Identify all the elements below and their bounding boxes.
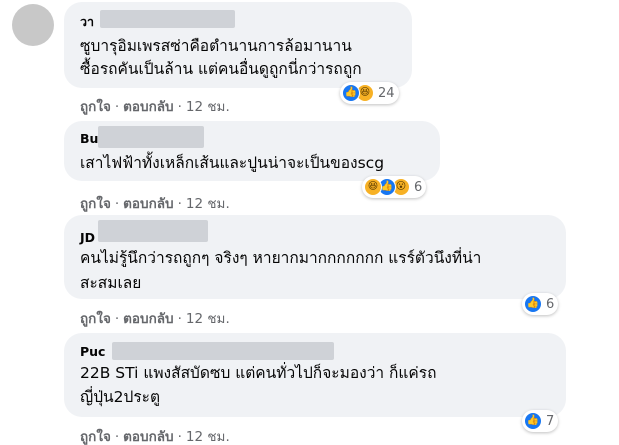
comment-text-line: 22B STi แพงสัสบัดซบ แต่คนทั่วไปก็จะมองว่…: [80, 364, 437, 382]
like-icon: 👍: [524, 295, 542, 313]
author-name-redaction: [98, 220, 208, 242]
comment-actions: ถูกใจ · ตอบกลับ · 12 ชม.: [80, 307, 230, 329]
comment-timestamp[interactable]: 12 ชม.: [186, 429, 230, 445]
comment-actions: ถูกใจ · ตอบกลับ · 12 ชม.: [80, 95, 230, 117]
comment-text-line: เสาไฟฟ้าทั้งเหล็กเส้นและปูนน่าจะเป็นของs…: [80, 154, 385, 172]
comment-timestamp[interactable]: 12 ชม.: [186, 311, 230, 327]
author-name-redaction: [100, 10, 235, 28]
like-icon: 👍: [342, 84, 360, 102]
reaction-summary[interactable]: 👍 6: [522, 293, 559, 315]
like-button[interactable]: ถูกใจ: [80, 99, 111, 115]
reaction-count: 7: [546, 413, 555, 429]
reaction-summary[interactable]: 👍 7: [522, 410, 559, 432]
comment-author[interactable]: Puc: [80, 344, 105, 359]
comment-text-line: คนไม่รู้นึกว่ารถถูกๆ จริงๆ หายากมากกกกกก…: [80, 249, 482, 267]
separator-dot: ·: [114, 99, 120, 115]
like-icon: 👍: [524, 412, 542, 430]
separator-dot: ·: [177, 311, 182, 327]
reaction-count: 24: [378, 85, 395, 101]
separator-dot: ·: [114, 311, 120, 327]
comment-timestamp[interactable]: 12 ชม.: [186, 196, 230, 212]
comment-timestamp[interactable]: 12 ชม.: [186, 99, 230, 115]
author-name-redaction: [112, 342, 334, 360]
separator-dot: ·: [114, 429, 120, 445]
like-button[interactable]: ถูกใจ: [80, 429, 111, 445]
separator-dot: ·: [177, 196, 182, 212]
separator-dot: ·: [177, 99, 182, 115]
haha-icon: 😆: [364, 178, 382, 196]
comment-author[interactable]: วา: [80, 12, 94, 32]
comment-text-line: ซูบารุอิมเพรสซ่าคือตำนานการล้อมานาน: [80, 37, 352, 55]
reply-button[interactable]: ตอบกลับ: [123, 99, 173, 115]
comment-text-line: ซื้อรถคันเป็นล้าน แต่คนอื่นดูถูกนี่กว่าร…: [80, 60, 362, 78]
comment-actions: ถูกใจ · ตอบกลับ · 12 ชม.: [80, 425, 230, 445]
reaction-count: 6: [546, 296, 555, 312]
like-button[interactable]: ถูกใจ: [80, 311, 111, 327]
comment-actions: ถูกใจ · ตอบกลับ · 12 ชม.: [80, 192, 230, 214]
separator-dot: ·: [177, 429, 182, 445]
reply-button[interactable]: ตอบกลับ: [123, 196, 173, 212]
comment-author[interactable]: JD: [80, 230, 95, 245]
reply-button[interactable]: ตอบกลับ: [123, 429, 173, 445]
reaction-summary[interactable]: 👍 😆 24: [340, 82, 399, 104]
comment-text-line: ญี่ปุ่น2ประตู: [80, 388, 161, 406]
reply-button[interactable]: ตอบกลับ: [123, 311, 173, 327]
like-button[interactable]: ถูกใจ: [80, 196, 111, 212]
reaction-count: 6: [414, 179, 423, 195]
comment-author[interactable]: Bu: [80, 131, 98, 146]
separator-dot: ·: [114, 196, 120, 212]
avatar[interactable]: [12, 4, 54, 46]
reaction-summary[interactable]: 😆 👍 😮 6: [362, 176, 427, 198]
author-name-redaction: [98, 126, 204, 148]
comment-text-line: สะสมเลย: [80, 274, 142, 292]
